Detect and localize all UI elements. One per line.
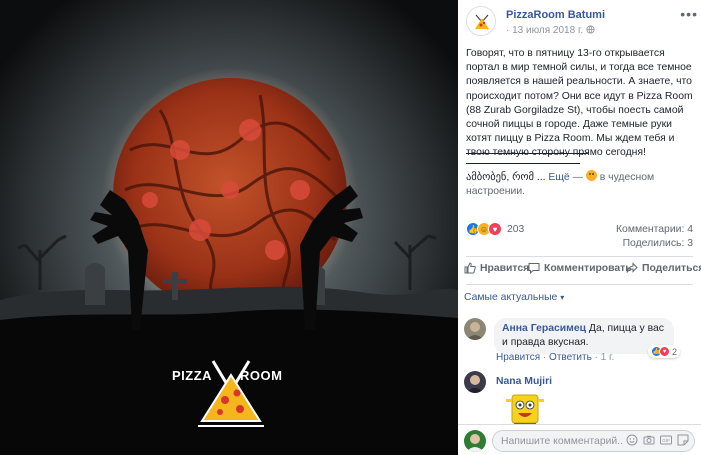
divider xyxy=(466,284,693,285)
divider-line xyxy=(466,153,588,154)
comment-button[interactable]: Комментировать xyxy=(528,262,632,274)
share-button[interactable]: Поделиться xyxy=(626,262,701,274)
meta-separator: · xyxy=(542,352,547,363)
page-name-link[interactable]: PizzaRoom Batumi xyxy=(506,9,605,21)
comment-author[interactable]: Nana Mujiri xyxy=(496,376,552,387)
like-label: Нравится xyxy=(480,262,530,274)
comment-reaction-count: 2 xyxy=(672,346,678,357)
logo-pizza-text: PIZZA xyxy=(172,368,213,383)
love-reaction-icon: ♥ xyxy=(659,346,670,357)
caret-down-icon: ▾ xyxy=(560,293,565,302)
like-button[interactable]: Нравится xyxy=(464,262,529,274)
smile-emoji-icon xyxy=(585,170,597,181)
comment-item: Анна Герасимец Да, пицца у вас и правда … xyxy=(464,318,696,364)
svg-text:GIF: GIF xyxy=(662,438,670,443)
post-text: Говорят, что в пятницу 13-го открывается… xyxy=(466,48,693,159)
divider xyxy=(466,256,693,257)
camera-icon[interactable] xyxy=(643,434,655,446)
commenter-avatar[interactable] xyxy=(464,371,486,393)
commenter-avatar[interactable] xyxy=(464,318,486,340)
post-photo[interactable]: PIZZA ROOM xyxy=(0,0,458,455)
gif-icon[interactable]: GIF xyxy=(660,434,672,446)
share-label: Поделиться xyxy=(642,262,701,274)
comment-label: Комментировать xyxy=(544,262,632,274)
meta-separator: · xyxy=(506,25,510,36)
post-meta: · 13 июля 2018 г. xyxy=(506,25,595,36)
page-avatar[interactable] xyxy=(466,6,496,36)
composer-icons: GIF xyxy=(626,434,689,446)
comment-composer: GIF xyxy=(458,424,701,455)
post-date[interactable]: 13 июля 2018 г. xyxy=(512,25,583,36)
post-actions: Нравится Комментировать Поделиться xyxy=(458,262,701,280)
share-icon xyxy=(626,262,638,273)
comments-count-link[interactable]: Комментарии: 4 xyxy=(616,224,693,235)
comment-bubble: Анна Герасимец Да, пицца у вас и правда … xyxy=(494,318,674,354)
shares-count-link[interactable]: Поделились: 3 xyxy=(623,238,693,249)
emoji-icon[interactable] xyxy=(626,434,638,446)
see-more-link[interactable]: Ещё xyxy=(548,172,569,183)
comment-item: Nana Mujiri xyxy=(464,371,696,428)
thumbs-up-icon xyxy=(464,262,476,274)
post-header: PizzaRoom Batumi · 13 июля 2018 г. ••• xyxy=(466,6,698,40)
comment-reply-link[interactable]: Ответить xyxy=(549,352,592,363)
love-reaction-icon: ♥ xyxy=(488,222,502,236)
current-user-avatar xyxy=(464,430,486,452)
sticker-icon[interactable] xyxy=(677,434,689,446)
logo-room-text: ROOM xyxy=(240,368,283,383)
halloween-pizza-image xyxy=(0,0,458,455)
georgian-text: ამბობენ, რომ ... xyxy=(466,172,546,183)
comment-reactions[interactable]: 👍 ♥ 2 xyxy=(648,345,681,358)
post-sidebar: PizzaRoom Batumi · 13 июля 2018 г. ••• Г… xyxy=(458,0,701,455)
reaction-count: 203 xyxy=(507,223,525,235)
more-options-icon[interactable]: ••• xyxy=(680,6,698,22)
mood-dash: — xyxy=(572,172,583,183)
comment-author[interactable]: Анна Герасимец xyxy=(502,323,586,334)
comment-sort-dropdown[interactable]: Самые актуальные ▾ xyxy=(464,292,564,303)
globe-icon xyxy=(586,25,595,34)
comment-icon xyxy=(528,263,540,274)
meta-separator: · xyxy=(594,352,598,363)
sort-label: Самые актуальные xyxy=(464,292,558,303)
comment-like-link[interactable]: Нравится xyxy=(496,352,540,363)
divider-line xyxy=(466,163,580,164)
post-text-secondary: ამბობენ, რომ ... Ещё — в чудесном настро… xyxy=(466,170,694,199)
comment-time[interactable]: 1 г. xyxy=(601,352,615,363)
comment-meta: Нравится · Ответить · 1 г. xyxy=(496,352,614,363)
reactions-summary[interactable]: 👍 ☺ ♥ 203 xyxy=(466,220,524,238)
